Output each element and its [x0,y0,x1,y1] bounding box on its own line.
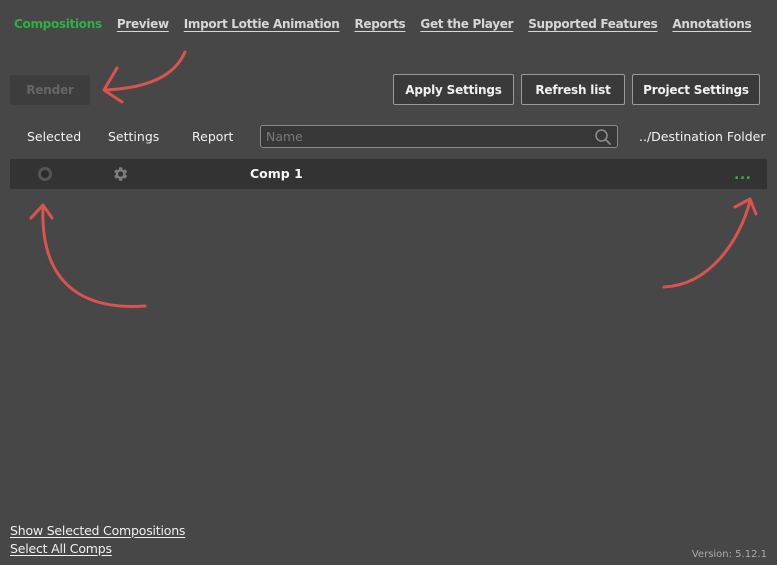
show-selected-compositions-link[interactable]: Show Selected Compositions [10,523,185,538]
column-header-settings: Settings [108,129,160,144]
select-all-comps-link[interactable]: Select All Comps [10,541,112,556]
nav-preview[interactable]: Preview [117,17,169,31]
refresh-list-button[interactable]: Refresh list [521,74,625,105]
column-header-report: Report [192,129,234,144]
nav-annotations[interactable]: Annotations [672,17,751,31]
nav-supported-features[interactable]: Supported Features [528,17,658,31]
render-button[interactable]: Render [10,75,90,105]
search-icon[interactable] [594,128,612,146]
search-input[interactable] [260,125,618,148]
top-nav: Compositions Preview Import Lottie Anima… [14,17,766,31]
radio-icon[interactable] [38,167,52,181]
more-icon[interactable]: ... [734,167,751,183]
column-header-destination[interactable]: ../Destination Folder [639,129,766,144]
project-settings-button[interactable]: Project Settings [632,74,760,105]
nav-get-player[interactable]: Get the Player [420,17,513,31]
nav-compositions[interactable]: Compositions [14,17,102,31]
comp-name: Comp 1 [250,166,303,181]
version-label: Version: 5.12.1 [691,549,767,560]
gear-icon[interactable] [111,165,129,183]
column-header-selected: Selected [27,129,82,144]
apply-settings-button[interactable]: Apply Settings [393,74,514,105]
nav-reports[interactable]: Reports [354,17,405,31]
nav-import-lottie[interactable]: Import Lottie Animation [184,17,340,31]
comp-row[interactable]: Comp 1 ... [10,159,767,189]
